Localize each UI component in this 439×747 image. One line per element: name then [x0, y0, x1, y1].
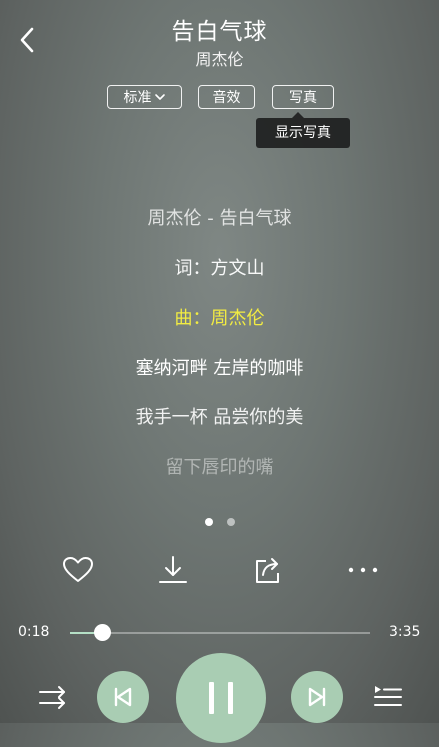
pause-icon	[209, 682, 233, 714]
show-photo-tooltip: 显示写真	[256, 118, 350, 148]
share-button[interactable]	[250, 552, 286, 588]
share-icon	[256, 558, 279, 583]
more-icon	[348, 567, 378, 573]
like-button[interactable]	[60, 552, 96, 588]
progress-thumb[interactable]	[94, 624, 111, 641]
skip-previous-icon	[114, 687, 132, 707]
sound-effect-button[interactable]: 音效	[198, 85, 255, 109]
artist-name: 周杰伦	[195, 50, 244, 69]
photo-button[interactable]: 写真	[272, 85, 334, 109]
current-lyric-line: 曲：周杰伦	[174, 308, 265, 329]
lyric-line: 周杰伦 - 告白气球	[147, 208, 292, 229]
shuffle-icon	[39, 686, 65, 709]
play-pause-button[interactable]	[176, 653, 266, 743]
skip-next-icon	[308, 687, 326, 707]
lyric-line: 留下唇印的嘴	[165, 457, 274, 478]
playlist-icon	[374, 686, 402, 706]
quality-label: 标准	[123, 90, 152, 106]
page-dot[interactable]	[227, 518, 235, 526]
song-title: 告白气球	[171, 19, 268, 45]
next-button[interactable]	[291, 671, 343, 723]
total-time: 3:35	[389, 624, 421, 640]
page-dot-active[interactable]	[205, 518, 213, 526]
play-mode-button[interactable]	[37, 683, 69, 711]
heart-icon	[63, 557, 93, 582]
previous-button[interactable]	[97, 671, 149, 723]
playlist-button[interactable]	[372, 683, 404, 711]
lyric-line: 词：方文山	[174, 258, 265, 279]
lyric-line: 塞纳河畔 左岸的咖啡	[135, 358, 304, 379]
chevron-down-icon	[154, 86, 166, 110]
quality-dropdown[interactable]: 标准	[107, 85, 182, 109]
progress-track[interactable]	[70, 632, 370, 634]
lyric-line: 我手一杯 品尝你的美	[135, 407, 304, 428]
download-button[interactable]	[155, 552, 191, 588]
download-icon	[159, 556, 187, 583]
current-time: 0:18	[18, 624, 50, 640]
more-button[interactable]	[345, 552, 381, 588]
